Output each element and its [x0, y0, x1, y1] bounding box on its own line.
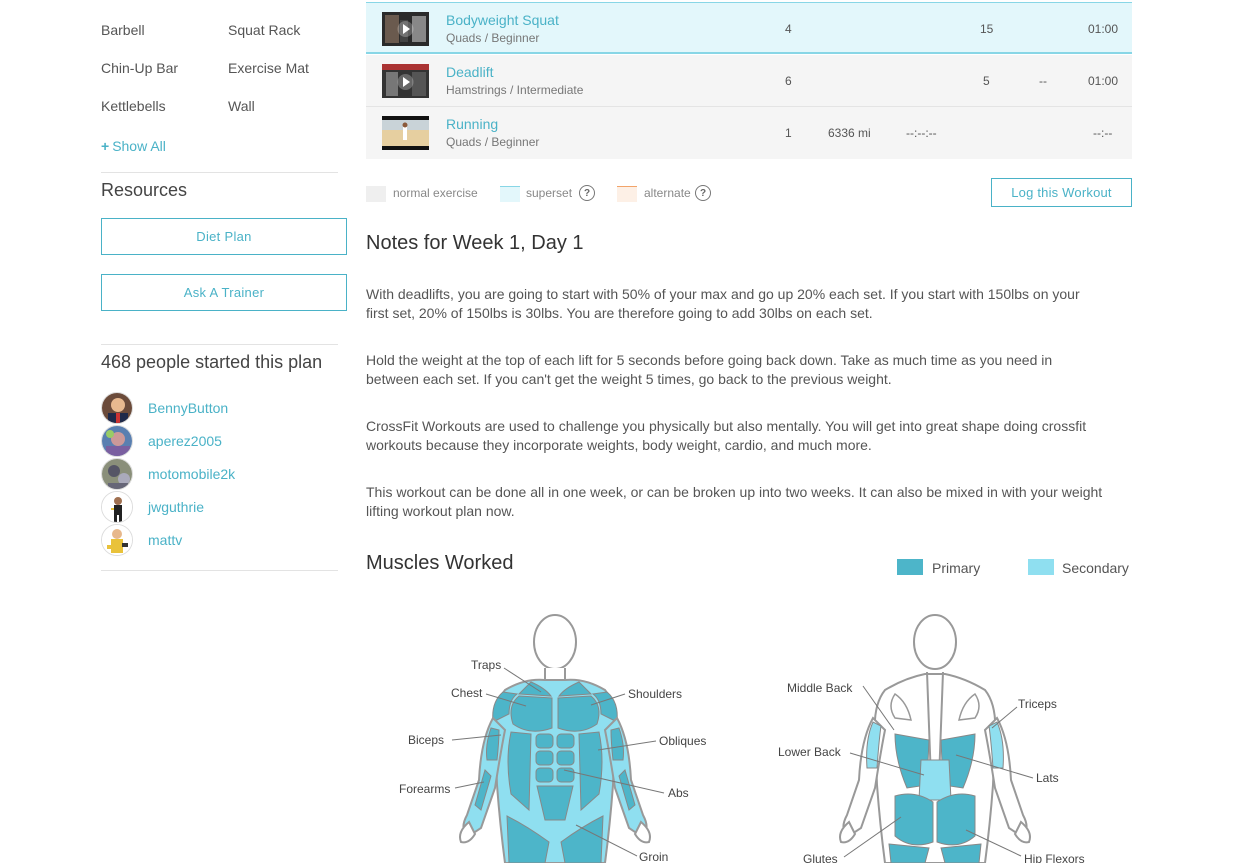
- diet-plan-button[interactable]: Diet Plan: [101, 218, 347, 255]
- username-link[interactable]: mattv: [148, 532, 182, 548]
- exercise-video-thumbnail[interactable]: [382, 12, 429, 46]
- rest-value: 01:00: [1088, 74, 1119, 88]
- weight-value: --: [1039, 74, 1047, 88]
- superset-swatch: [500, 186, 520, 202]
- label-lower-back: Lower Back: [778, 745, 842, 759]
- equipment-item: Exercise Mat: [228, 60, 309, 76]
- avatar[interactable]: [101, 457, 133, 490]
- front-body-figure: [459, 614, 651, 863]
- label-abs: Abs: [668, 786, 689, 800]
- muscles-worked-title: Muscles Worked: [366, 552, 514, 574]
- exercise-row[interactable]: Running Quads / Beginner 1 6336 mi --:--…: [366, 107, 1132, 159]
- reps-value: 15: [980, 22, 994, 36]
- label-biceps: Biceps: [408, 733, 444, 747]
- secondary-swatch: [1028, 559, 1054, 575]
- sets-value: 4: [785, 22, 792, 36]
- username-link[interactable]: aperez2005: [148, 433, 222, 449]
- back-body-figure: [839, 614, 1031, 863]
- divider: [101, 570, 338, 571]
- sets-value: 1: [785, 126, 792, 140]
- avatar[interactable]: [101, 490, 133, 523]
- label-shoulders: Shoulders: [628, 687, 682, 701]
- avatar[interactable]: [101, 391, 133, 424]
- reps-value: 5: [983, 74, 990, 88]
- time-value: --:--:--: [906, 126, 937, 140]
- label-middle-back: Middle Back: [787, 681, 853, 695]
- label-traps: Traps: [471, 658, 501, 672]
- normal-legend-label: normal exercise: [393, 186, 478, 200]
- exercise-name-link[interactable]: Running: [446, 116, 498, 132]
- equipment-item: Wall: [228, 98, 255, 114]
- label-triceps: Triceps: [1018, 697, 1057, 711]
- alternate-legend-label: alternate: [644, 186, 691, 200]
- superset-legend-label: superset: [526, 186, 573, 200]
- equipment-item: Chin-Up Bar: [101, 60, 179, 76]
- exercise-subtitle: Hamstrings / Intermediate: [446, 83, 584, 97]
- exercise-subtitle: Quads / Beginner: [446, 31, 540, 45]
- label-glutes: Glutes: [803, 852, 838, 863]
- note-paragraph: Hold the weight at the top of each lift …: [366, 352, 1053, 387]
- distance-value: 6336 mi: [828, 126, 871, 140]
- exercise-video-thumbnail[interactable]: [382, 116, 429, 150]
- username-link[interactable]: jwguthrie: [148, 499, 204, 515]
- exercise-name-link[interactable]: Deadlift: [446, 64, 493, 80]
- resources-title: Resources: [101, 180, 188, 200]
- equipment-item: Barbell: [101, 22, 145, 38]
- equipment-item: Kettlebells: [101, 98, 166, 114]
- superset-help-icon[interactable]: ?: [579, 185, 595, 201]
- person-item: aperez2005: [101, 424, 222, 457]
- note-paragraph: CrossFit Workouts are used to challenge …: [366, 418, 1087, 453]
- ask-a-trainer-button[interactable]: Ask A Trainer: [101, 274, 347, 311]
- exercise-subtitle: Quads / Beginner: [446, 135, 540, 149]
- note-paragraph: With deadlifts, you are going to start w…: [366, 286, 1080, 321]
- avatar[interactable]: [101, 523, 133, 556]
- username-link[interactable]: motomobile2k: [148, 466, 235, 482]
- secondary-label: Secondary: [1062, 560, 1129, 576]
- person-item: mattv: [101, 523, 182, 556]
- log-workout-button[interactable]: Log this Workout: [991, 178, 1132, 207]
- person-item: motomobile2k: [101, 457, 235, 490]
- rest-value: 01:00: [1088, 22, 1119, 36]
- exercise-name-link[interactable]: Bodyweight Squat: [446, 12, 559, 28]
- alternate-swatch: [617, 186, 637, 202]
- rest-value: --:--: [1093, 126, 1113, 140]
- alternate-help-icon[interactable]: ?: [695, 185, 711, 201]
- divider: [101, 344, 338, 345]
- note-paragraph: This workout can be done all in one week…: [366, 484, 1103, 519]
- normal-swatch: [366, 186, 386, 202]
- primary-swatch: [897, 559, 923, 575]
- label-hip-flexors: Hip Flexors: [1024, 852, 1085, 863]
- muscle-diagram: Traps Chest Shoulders Biceps Obliques Fo…: [399, 614, 1085, 863]
- primary-label: Primary: [932, 560, 981, 576]
- notes-title: Notes for Week 1, Day 1: [366, 232, 584, 254]
- divider: [101, 172, 338, 173]
- person-item: jwguthrie: [101, 490, 204, 523]
- person-item: BennyButton: [101, 391, 228, 424]
- label-forearms: Forearms: [399, 782, 450, 796]
- show-all-link[interactable]: + Show All: [101, 138, 166, 154]
- plus-icon: +: [101, 138, 110, 154]
- people-started-title: 468 people started this plan: [101, 352, 323, 372]
- username-link[interactable]: BennyButton: [148, 400, 228, 416]
- label-lats: Lats: [1036, 771, 1059, 785]
- avatar[interactable]: [101, 424, 133, 457]
- sets-value: 6: [785, 74, 792, 88]
- label-obliques: Obliques: [659, 734, 706, 748]
- equipment-item: Squat Rack: [228, 22, 301, 38]
- exercise-video-thumbnail[interactable]: [382, 64, 429, 98]
- exercise-row[interactable]: Deadlift Hamstrings / Intermediate 6 5 -…: [366, 55, 1132, 107]
- exercise-row[interactable]: Bodyweight Squat Quads / Beginner 4 15 0…: [366, 2, 1132, 54]
- label-chest: Chest: [451, 686, 483, 700]
- label-groin: Groin: [639, 850, 668, 863]
- show-all-label: Show All: [112, 138, 166, 154]
